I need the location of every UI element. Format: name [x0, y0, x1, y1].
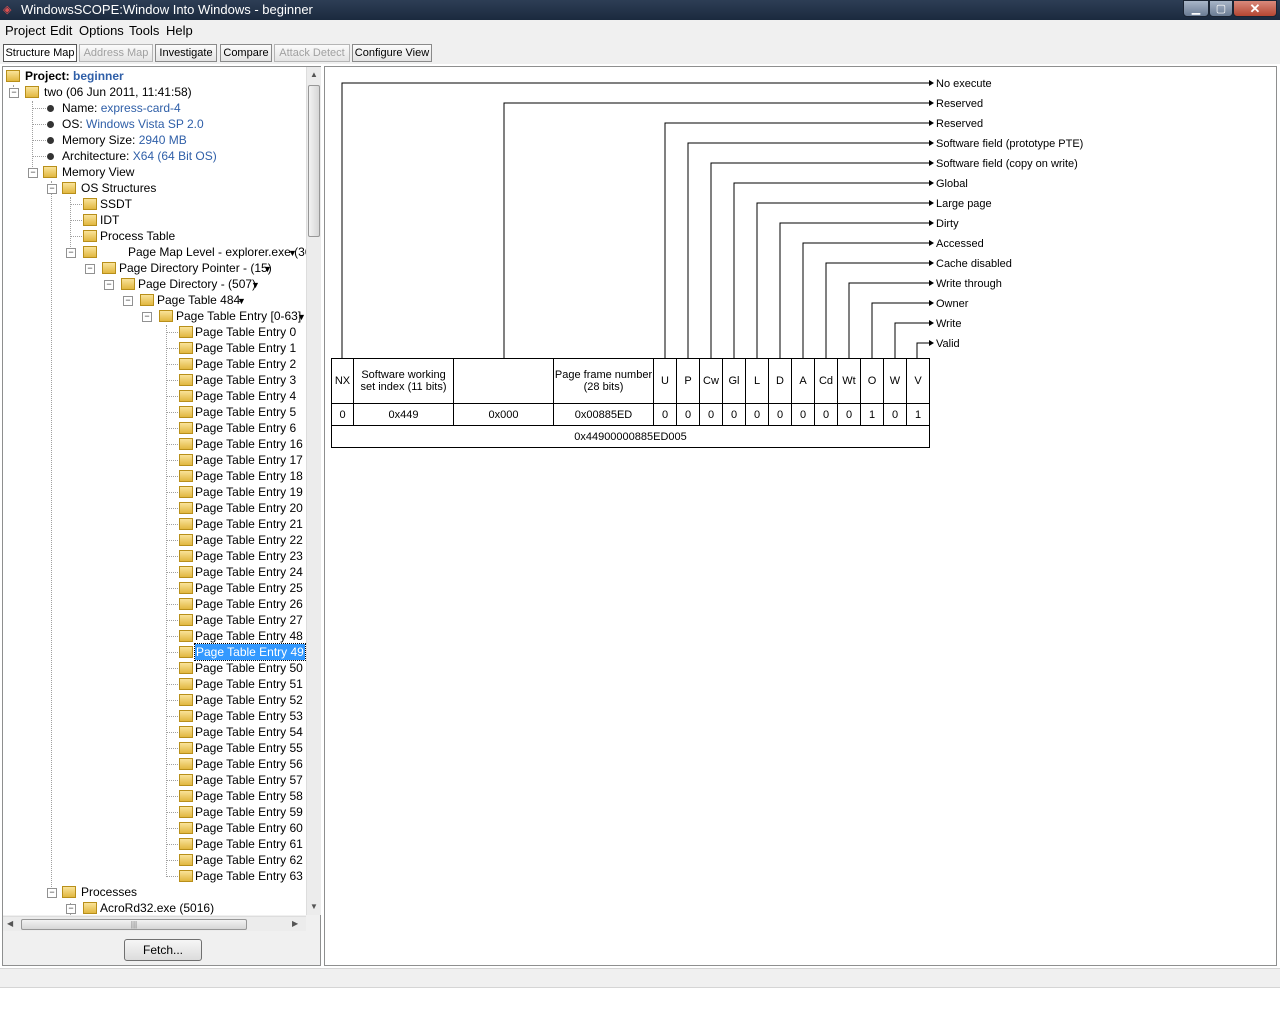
- arrowhead-icon: [929, 80, 934, 86]
- arrowhead-icon: [929, 180, 934, 186]
- pte-value-cell: 0: [768, 403, 792, 426]
- arrowhead-icon: [929, 320, 934, 326]
- pte-value-cell: 0x00885ED: [553, 403, 654, 426]
- bit-field-label: Dirty: [936, 218, 959, 230]
- arrowhead-icon: [929, 280, 934, 286]
- pte-table: NX Software working set index (11 bits) Pa…: [331, 358, 930, 448]
- pte-bit-diagram: No execute Reserved Reserved Software field…: [341, 78, 1083, 358]
- connector-line: [802, 242, 929, 358]
- pte-header-cell: NX: [331, 358, 354, 404]
- connector-line: [756, 202, 929, 358]
- pte-value-cell: 0: [722, 403, 746, 426]
- pte-value-cell: 0x000: [453, 403, 554, 426]
- pte-header-cell: Cd: [814, 358, 838, 404]
- pte-value-cell: 0: [699, 403, 723, 426]
- connector-line: [503, 102, 929, 358]
- bit-field-label: Write through: [936, 278, 1002, 290]
- pte-header-cell: Software working set index (11 bits): [353, 358, 454, 404]
- status-bar: [0, 968, 1280, 988]
- pte-value-cell: 0x449: [353, 403, 454, 426]
- connector-line: [733, 182, 929, 358]
- pte-header-cell: [453, 358, 554, 404]
- pte-header-cell: V: [906, 358, 930, 404]
- bit-field-label: Reserved: [936, 118, 983, 130]
- pte-value-cell: 0: [883, 403, 907, 426]
- pte-header-cell: P: [676, 358, 700, 404]
- pte-header-row: NX Software working set index (11 bits) Pa…: [331, 358, 930, 404]
- pte-value-cell: 0: [676, 403, 700, 426]
- pte-value-cell: 0: [814, 403, 838, 426]
- connector-line: [664, 122, 929, 358]
- connector-line: [710, 162, 929, 358]
- pte-value-cell: 1: [906, 403, 930, 426]
- bit-field-label: Reserved: [936, 98, 983, 110]
- connector-line: [894, 322, 929, 358]
- pte-header-cell: D: [768, 358, 792, 404]
- pte-raw-row: 0x44900000885ED005: [331, 425, 930, 448]
- arrowhead-icon: [929, 140, 934, 146]
- connector-line: [871, 302, 929, 358]
- connector-line: [341, 82, 929, 358]
- bit-field-label: Global: [936, 178, 968, 190]
- bit-field-label: No execute: [936, 78, 992, 90]
- bit-field-label: Valid: [936, 338, 960, 350]
- pte-header-cell: Page frame number (28 bits): [553, 358, 654, 404]
- pte-value-cell: 0: [791, 403, 815, 426]
- arrowhead-icon: [929, 260, 934, 266]
- pte-header-cell: L: [745, 358, 769, 404]
- bit-field-label: Accessed: [936, 238, 984, 250]
- arrowhead-icon: [929, 160, 934, 166]
- pte-value-cell: 0: [653, 403, 677, 426]
- pte-header-cell: Cw: [699, 358, 723, 404]
- pte-header-cell: Wt: [837, 358, 861, 404]
- connector-line: [687, 142, 929, 358]
- arrowhead-icon: [929, 220, 934, 226]
- pte-header-cell: O: [860, 358, 884, 404]
- arrowhead-icon: [929, 240, 934, 246]
- connector-line: [916, 342, 929, 358]
- arrowhead-icon: [929, 100, 934, 106]
- connector-line: [825, 262, 929, 358]
- bit-field-label: Software field (prototype PTE): [936, 138, 1083, 150]
- arrowhead-icon: [929, 120, 934, 126]
- bit-field-label: Software field (copy on write): [936, 158, 1078, 170]
- arrowhead-icon: [929, 200, 934, 206]
- bit-field-label: Large page: [936, 198, 992, 210]
- arrowhead-icon: [929, 300, 934, 306]
- pte-value-row: 0 0x449 0x000 0x00885ED 0 0 0 0 0 0 0 0 0 1 0 1: [331, 403, 930, 426]
- bit-field-label: Owner: [936, 298, 969, 310]
- pte-header-cell: A: [791, 358, 815, 404]
- pte-header-cell: U: [653, 358, 677, 404]
- pte-header-cell: W: [883, 358, 907, 404]
- bit-field-label: Cache disabled: [936, 258, 1012, 270]
- arrowhead-icon: [929, 340, 934, 346]
- pte-value-cell: 1: [860, 403, 884, 426]
- pte-value-cell: 0: [331, 403, 354, 426]
- pte-value-cell: 0: [837, 403, 861, 426]
- pte-header-cell: Gl: [722, 358, 746, 404]
- bit-field-label: Write: [936, 318, 961, 330]
- pte-raw-value: 0x44900000885ED005: [331, 425, 930, 448]
- pte-value-cell: 0: [745, 403, 769, 426]
